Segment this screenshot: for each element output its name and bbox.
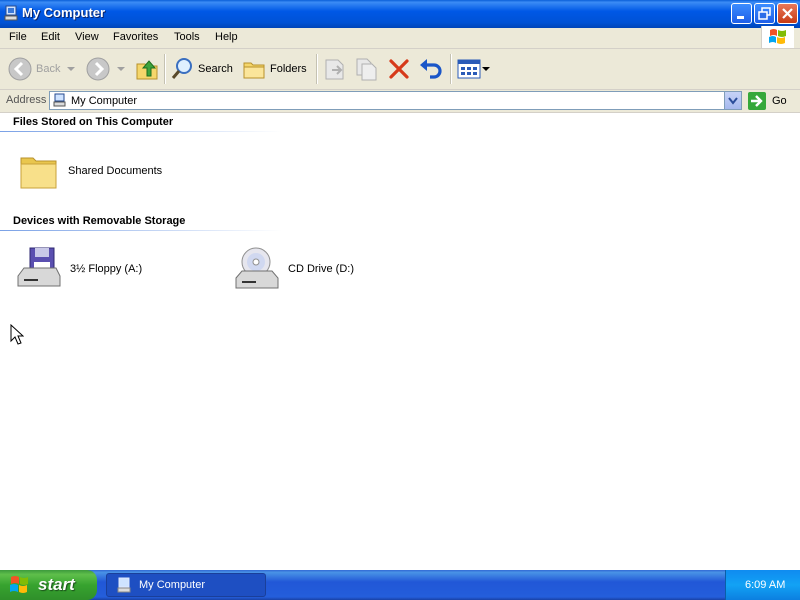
restore-icon (758, 7, 771, 20)
mouse-cursor-icon (10, 324, 24, 345)
group-divider (0, 230, 282, 231)
search-icon (171, 58, 192, 79)
address-dropdown-button[interactable] (724, 92, 741, 109)
undo-icon (420, 59, 442, 79)
chevron-down-icon (67, 67, 76, 71)
system-tray: 6:09 AM (725, 570, 800, 600)
menu-file[interactable]: File (9, 31, 27, 43)
delete-x-icon (389, 59, 409, 79)
my-computer-icon (4, 5, 18, 21)
address-label: Address (6, 94, 47, 106)
shared-documents-item[interactable]: Shared Documents (18, 150, 162, 192)
address-value: My Computer (71, 95, 138, 107)
folders-button[interactable]: Folders (242, 55, 307, 83)
go-arrow-icon (748, 92, 766, 110)
back-button[interactable]: Back (8, 55, 76, 83)
delete-button[interactable] (387, 55, 411, 83)
cd-drive-icon (235, 247, 279, 289)
forward-arrow-icon (86, 57, 110, 81)
chevron-down-icon (728, 97, 738, 105)
copy-to-icon (356, 58, 377, 81)
move-to-button[interactable] (322, 55, 348, 83)
forward-button[interactable] (86, 55, 126, 83)
cd-drive-item[interactable]: CD Drive (D:) (234, 246, 354, 292)
toolbar: Back Search Folders (0, 49, 800, 90)
menu-tools[interactable]: Tools (174, 31, 200, 43)
taskbar: start My Computer 6:09 AM (0, 570, 800, 600)
restore-button[interactable] (754, 3, 775, 24)
menu-view[interactable]: View (75, 31, 99, 43)
clock[interactable]: 6:09 AM (745, 579, 785, 591)
minimize-icon (737, 16, 744, 19)
address-input[interactable]: My Computer (49, 91, 742, 110)
search-button[interactable]: Search (170, 55, 233, 83)
up-folder-icon (136, 60, 158, 80)
copy-to-button[interactable] (354, 55, 380, 83)
address-bar: Address My Computer Go (0, 90, 800, 113)
my-computer-icon (53, 93, 66, 107)
back-arrow-icon (8, 57, 32, 81)
start-button[interactable]: start (0, 570, 97, 600)
taskbar-item-my-computer[interactable]: My Computer (106, 573, 266, 597)
group-header-removable: Devices with Removable Storage (13, 215, 186, 227)
floppy-drive-item[interactable]: 3½ Floppy (A:) (16, 246, 142, 292)
folder-icon (20, 157, 57, 189)
views-button[interactable] (456, 55, 490, 83)
group-divider (0, 131, 282, 132)
move-to-icon (325, 59, 344, 80)
window-title: My Computer (22, 5, 106, 20)
close-button[interactable] (777, 3, 798, 24)
title-bar[interactable]: My Computer (0, 0, 800, 28)
floppy-drive-icon (17, 247, 61, 287)
minimize-button[interactable] (731, 3, 752, 24)
my-computer-icon (117, 577, 131, 593)
chevron-down-icon (117, 67, 125, 71)
close-icon (782, 8, 793, 19)
chevron-down-icon (482, 67, 490, 71)
windows-flag-icon (10, 576, 28, 593)
menu-help[interactable]: Help (215, 31, 238, 43)
undo-button[interactable] (418, 55, 444, 83)
views-icon (457, 59, 481, 79)
menu-bar: File Edit View Favorites Tools Help (0, 28, 800, 49)
menu-favorites[interactable]: Favorites (113, 31, 158, 43)
group-header-files: Files Stored on This Computer (13, 116, 174, 128)
folders-icon (243, 62, 265, 79)
go-button[interactable]: Go (748, 91, 787, 111)
windows-logo (761, 26, 794, 48)
menu-edit[interactable]: Edit (41, 31, 60, 43)
up-folder-button[interactable] (134, 55, 160, 83)
